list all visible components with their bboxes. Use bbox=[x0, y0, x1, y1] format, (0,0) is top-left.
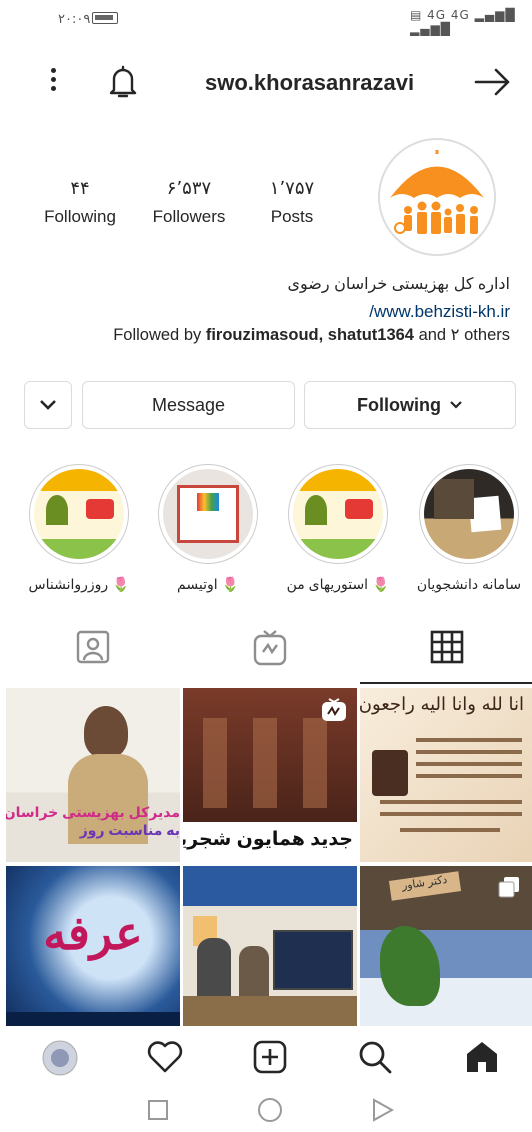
carousel-icon bbox=[498, 876, 520, 898]
active-tab-indicator bbox=[360, 682, 532, 684]
system-navigation bbox=[0, 1090, 532, 1132]
battery-icon bbox=[92, 12, 118, 24]
highlight-cover bbox=[424, 469, 514, 559]
post-caption: انا لله وانا الیه راجعون bbox=[360, 694, 524, 715]
profile-nav-avatar[interactable] bbox=[42, 1040, 78, 1081]
new-post-icon[interactable] bbox=[253, 1040, 287, 1079]
suggested-dropdown-button[interactable] bbox=[24, 381, 72, 429]
highlight-caption: 🌷 استوریهای من bbox=[286, 576, 390, 592]
chevron-down-icon bbox=[450, 401, 462, 409]
post-caption: مدیرکل بهزیستی خراسان bbox=[6, 804, 180, 820]
stat-following[interactable]: ۴۴ Following bbox=[25, 178, 135, 227]
post-caption: عرفه bbox=[43, 906, 143, 960]
igtv-badge-icon bbox=[321, 698, 347, 722]
followed-by-users: firouzimasoud, shatut1364 bbox=[205, 326, 414, 344]
highlight-item[interactable]: سامانه دانشجویان bbox=[416, 464, 522, 593]
highlight-item[interactable]: 🌷 روزروانشناس bbox=[26, 464, 132, 593]
following-label: Following bbox=[44, 207, 116, 226]
post-thumbnail[interactable]: عرفه bbox=[6, 866, 180, 1026]
highlight-item[interactable]: 🌷 اوتیسم bbox=[155, 464, 261, 593]
highlight-cover bbox=[163, 469, 253, 559]
post-caption: جدید همایون شجریان bbox=[183, 822, 357, 862]
home-icon[interactable] bbox=[464, 1040, 500, 1079]
back-arrow-icon[interactable] bbox=[474, 66, 512, 103]
tab-igtv[interactable] bbox=[253, 630, 287, 671]
stat-followers[interactable]: ۶٬۵۳۷ Followers bbox=[134, 178, 244, 227]
profile-header: swo.khorasanrazavi bbox=[0, 52, 532, 112]
highlight-cover bbox=[34, 469, 124, 559]
post-thumbnail[interactable]: جدید همایون شجریان bbox=[183, 688, 357, 862]
highlight-caption: 🌷 اوتیسم bbox=[177, 576, 239, 592]
bottom-navigation bbox=[0, 1030, 532, 1090]
grid-icon bbox=[430, 630, 464, 664]
tagged-icon bbox=[76, 630, 110, 664]
following-button-label: Following bbox=[357, 394, 441, 415]
back-triangle-icon[interactable] bbox=[372, 1098, 395, 1127]
chevron-down-icon bbox=[40, 400, 56, 410]
home-circle-icon[interactable] bbox=[258, 1098, 282, 1122]
tab-grid[interactable] bbox=[430, 630, 464, 669]
following-button[interactable]: Following bbox=[304, 381, 516, 429]
profile-avatar[interactable] bbox=[378, 138, 496, 256]
tab-tagged[interactable] bbox=[76, 630, 110, 669]
post-thumbnail[interactable]: مدیرکل بهزیستی خراسان به مناسبت روز bbox=[6, 688, 180, 862]
status-time: ۲۰:۰۹ bbox=[58, 12, 91, 27]
followed-by[interactable]: Followed by firouzimasoud, shatut1364 an… bbox=[113, 325, 510, 345]
posts-label: Posts bbox=[270, 207, 314, 226]
highlight-item[interactable]: 🌷 استوریهای من bbox=[285, 464, 391, 593]
followers-count: ۶٬۵۳۷ bbox=[166, 178, 212, 199]
followed-by-suffix: and ۲ others bbox=[413, 326, 510, 344]
recent-apps-icon[interactable] bbox=[148, 1100, 168, 1120]
post-thumbnail[interactable] bbox=[183, 866, 357, 1026]
profile-link[interactable]: /www.behzisti-kh.ir bbox=[369, 302, 510, 322]
signal-icon: ▤ 4G 4G ▂▄▆█ ▂▄▆█ bbox=[410, 8, 516, 36]
post-caption: به مناسبت روز bbox=[79, 822, 180, 838]
following-count: ۴۴ bbox=[70, 178, 90, 199]
highlight-cover bbox=[293, 469, 383, 559]
search-icon[interactable] bbox=[358, 1040, 392, 1079]
highlight-caption: 🌷 روزروانشناس bbox=[28, 576, 130, 592]
stat-posts[interactable]: ۱٬۷۵۷ Posts bbox=[237, 178, 347, 227]
profile-username: swo.khorasanrazavi bbox=[205, 70, 415, 95]
post-thumbnail[interactable]: انا لله وانا الیه راجعون bbox=[360, 688, 532, 862]
followers-label: Followers bbox=[152, 207, 226, 226]
activity-heart-icon[interactable] bbox=[147, 1040, 183, 1079]
highlight-caption: سامانه دانشجویان bbox=[416, 576, 522, 592]
menu-kebab-icon[interactable] bbox=[46, 68, 60, 96]
posts-count: ۱٬۷۵۷ bbox=[269, 178, 315, 199]
post-caption: دکتر شاور bbox=[388, 871, 462, 901]
igtv-icon bbox=[253, 630, 287, 666]
status-bar: ۲۰:۰۹ ▤ 4G 4G ▂▄▆█ ▂▄▆█ bbox=[0, 0, 532, 40]
notification-bell-icon[interactable] bbox=[106, 64, 140, 105]
profile-name: اداره کل بهزیستی خراسان رضوی bbox=[287, 276, 510, 293]
followed-by-prefix: Followed by bbox=[113, 326, 206, 344]
message-button[interactable]: Message bbox=[82, 381, 295, 429]
post-thumbnail[interactable]: دکتر شاور bbox=[360, 866, 532, 1026]
